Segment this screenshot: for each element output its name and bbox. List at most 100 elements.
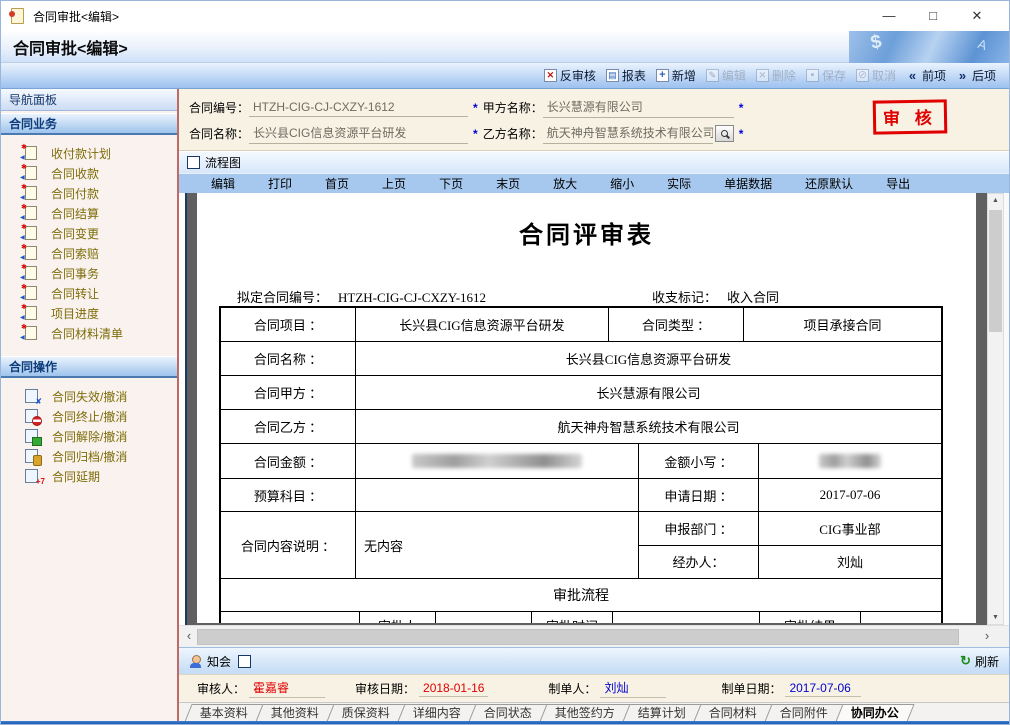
scroll-right-icon[interactable]: › bbox=[979, 626, 995, 648]
person-icon bbox=[189, 655, 202, 668]
audit-footer: 审核人： 霍嘉睿 审核日期： 2018-01-16 制单人： 刘灿 制单日期： … bbox=[179, 674, 1009, 702]
tab-settlement-plan[interactable]: 结算计划 bbox=[622, 704, 701, 722]
pv-print[interactable]: 打印 bbox=[268, 175, 292, 192]
pv-restore-default[interactable]: 还原默认 bbox=[805, 175, 853, 192]
horizontal-scrollbar[interactable]: ‹ › bbox=[179, 625, 1009, 647]
party-b-label: 乙方名称： bbox=[483, 125, 543, 142]
sidebar-item-contract-terminate[interactable]: 合同终止/撤消 bbox=[1, 406, 177, 426]
pv-next-page[interactable]: 下页 bbox=[439, 175, 463, 192]
horizontal-scroll-thumb[interactable] bbox=[197, 629, 959, 645]
unaudit-button[interactable]: 反审核 bbox=[539, 65, 601, 86]
pv-prev-page[interactable]: 上页 bbox=[382, 175, 406, 192]
save-button[interactable]: 保存 bbox=[801, 65, 851, 86]
dept-handler-block: 申报部门 ： CIG事业部 经办人： 刘灿 bbox=[639, 512, 941, 578]
delete-button[interactable]: 删除 bbox=[751, 65, 801, 86]
scroll-left-icon[interactable]: ‹ bbox=[181, 626, 197, 648]
tab-contract-attachments[interactable]: 合同附件 bbox=[764, 704, 843, 722]
app-window: 合同审批<编辑> — □ ✕ 合同审批<编辑> 反审核 报表 新增 编辑 删除 … bbox=[0, 0, 1010, 725]
report-viewport: 合同评审表 拟定合同编号：HTZH-CIG-CJ-CXZY-1612 收支标记：… bbox=[185, 193, 1009, 625]
cancel-button[interactable]: 取消 bbox=[851, 65, 901, 86]
tab-contract-materials[interactable]: 合同材料 bbox=[693, 704, 772, 722]
maximize-icon[interactable]: □ bbox=[911, 1, 955, 31]
sidebar-item-contract-affairs[interactable]: 合同事务 bbox=[1, 263, 177, 283]
sidebar-item-contract-release[interactable]: 合同解除/撤消 bbox=[1, 426, 177, 446]
vertical-scrollbar[interactable]: ▲ ▼ bbox=[987, 193, 1004, 625]
pv-actual-size[interactable]: 实际 bbox=[667, 175, 691, 192]
tab-warranty-info[interactable]: 质保资料 bbox=[326, 704, 405, 722]
refresh-button[interactable]: ↻ 刷新 bbox=[960, 653, 999, 670]
flowchart-checkbox[interactable] bbox=[187, 156, 200, 169]
pv-zoom-out[interactable]: 缩小 bbox=[610, 175, 634, 192]
section-header-contract-business[interactable]: 合同业务 bbox=[1, 113, 177, 135]
apply-date-label: 申请日期 ： bbox=[639, 479, 759, 511]
tab-other-signers[interactable]: 其他签约方 bbox=[539, 704, 630, 722]
titlebar: 合同审批<编辑> — □ ✕ bbox=[1, 1, 1009, 31]
contract-name-field[interactable]: 长兴县CIG信息资源平台研发 bbox=[249, 123, 468, 144]
delete-icon bbox=[756, 69, 769, 82]
main-toolbar: 反审核 报表 新增 编辑 删除 保存 取消 前项 后项 bbox=[1, 63, 1009, 89]
extend-icon bbox=[25, 469, 38, 483]
creator-value: 刘灿 bbox=[600, 679, 666, 698]
close-icon[interactable]: ✕ bbox=[955, 1, 999, 31]
tab-contract-status[interactable]: 合同状态 bbox=[468, 704, 547, 722]
notify-checkbox[interactable] bbox=[238, 655, 251, 668]
party-a-field[interactable]: 长兴慧源有限公司 bbox=[543, 97, 734, 118]
previous-item-button[interactable]: 前项 bbox=[901, 65, 951, 86]
flag-label: 收支标记： bbox=[652, 290, 717, 305]
pv-doc-data[interactable]: 单据数据 bbox=[724, 175, 772, 192]
edit-button[interactable]: 编辑 bbox=[701, 65, 751, 86]
sidebar-item-contract-settlement[interactable]: 合同结算 bbox=[1, 203, 177, 223]
page-header: 合同审批<编辑> bbox=[1, 31, 1009, 63]
sidebar-item-contract-archive[interactable]: 合同归档/撤消 bbox=[1, 446, 177, 466]
report-button[interactable]: 报表 bbox=[601, 65, 651, 86]
form-row-2: 合同名称： 长兴县CIG信息资源平台研发 * 乙方名称： 航天神舟智慧系统技术有… bbox=[189, 123, 748, 144]
pv-export[interactable]: 导出 bbox=[886, 175, 910, 192]
minimize-icon[interactable]: — bbox=[867, 1, 911, 31]
search-icon bbox=[721, 130, 728, 137]
pv-last-page[interactable]: 末页 bbox=[496, 175, 520, 192]
scroll-up-icon[interactable]: ▲ bbox=[988, 197, 1003, 204]
draft-no-value: HTZH-CIG-CJ-CXZY-1612 bbox=[338, 290, 486, 305]
table-row: 合同乙方 ： 航天神舟智慧系统技术有限公司 bbox=[221, 410, 941, 444]
form-row-1: 合同编号： HTZH-CIG-CJ-CXZY-1612 * 甲方名称： 长兴慧源… bbox=[189, 97, 748, 118]
tab-basic-info[interactable]: 基本资料 bbox=[184, 704, 263, 722]
sidebar-item-project-progress[interactable]: 项目进度 bbox=[1, 303, 177, 323]
sidebar-item-contract-invalidate[interactable]: 合同失效/撤消 bbox=[1, 386, 177, 406]
party-a-row-value: 长兴慧源有限公司 bbox=[356, 376, 941, 409]
sidebar-item-contract-materials-list[interactable]: 合同材料清单 bbox=[1, 323, 177, 343]
content-label: 合同内容说明 ： bbox=[221, 512, 356, 578]
scroll-down-icon[interactable]: ▼ bbox=[988, 614, 1003, 621]
next-item-button[interactable]: 后项 bbox=[951, 65, 1001, 86]
party-b-search-button[interactable] bbox=[715, 125, 734, 142]
party-b-field[interactable]: 航天神舟智慧系统技术有限公司 bbox=[543, 123, 713, 144]
approval-empty-cell bbox=[861, 612, 941, 623]
document-icon bbox=[25, 246, 37, 260]
sidebar-item-contract-payment[interactable]: 合同付款 bbox=[1, 183, 177, 203]
project-value: 长兴县CIG信息资源平台研发 bbox=[356, 308, 609, 341]
tab-detail-content[interactable]: 详细内容 bbox=[397, 704, 476, 722]
window-title: 合同审批<编辑> bbox=[33, 8, 119, 25]
pv-zoom-in[interactable]: 放大 bbox=[553, 175, 577, 192]
draft-no-label: 拟定合同编号： bbox=[237, 290, 328, 305]
section-header-contract-operations[interactable]: 合同操作 bbox=[1, 356, 177, 378]
name-label: 合同名称 ： bbox=[221, 342, 356, 375]
sidebar-item-contract-receipt[interactable]: 合同收款 bbox=[1, 163, 177, 183]
table-row: 合同内容说明 ： 无内容 申报部门 ： CIG事业部 经办人： 刘灿 bbox=[221, 512, 941, 579]
vertical-scroll-thumb[interactable] bbox=[989, 210, 1002, 332]
pv-edit[interactable]: 编辑 bbox=[211, 175, 235, 192]
notify-label: 知会 bbox=[207, 653, 231, 670]
app-icon bbox=[11, 8, 24, 24]
table-row: 合同名称 ： 长兴县CIG信息资源平台研发 bbox=[221, 342, 941, 376]
pv-first-page[interactable]: 首页 bbox=[325, 175, 349, 192]
tab-collaborative-office[interactable]: 协同办公 bbox=[836, 704, 915, 722]
tab-other-info[interactable]: 其他资料 bbox=[255, 704, 334, 722]
sidebar-item-payment-plan[interactable]: 收付款计划 bbox=[1, 143, 177, 163]
redacted-block bbox=[412, 454, 582, 468]
sidebar-item-contract-transfer[interactable]: 合同转让 bbox=[1, 283, 177, 303]
sidebar-item-contract-change[interactable]: 合同变更 bbox=[1, 223, 177, 243]
sidebar-item-contract-claim[interactable]: 合同索赔 bbox=[1, 243, 177, 263]
sidebar-item-contract-extend[interactable]: 合同延期 bbox=[1, 466, 177, 486]
contract-no-field[interactable]: HTZH-CIG-CJ-CXZY-1612 bbox=[249, 99, 468, 117]
new-button[interactable]: 新增 bbox=[651, 65, 701, 86]
flag-value: 收入合同 bbox=[727, 290, 779, 305]
